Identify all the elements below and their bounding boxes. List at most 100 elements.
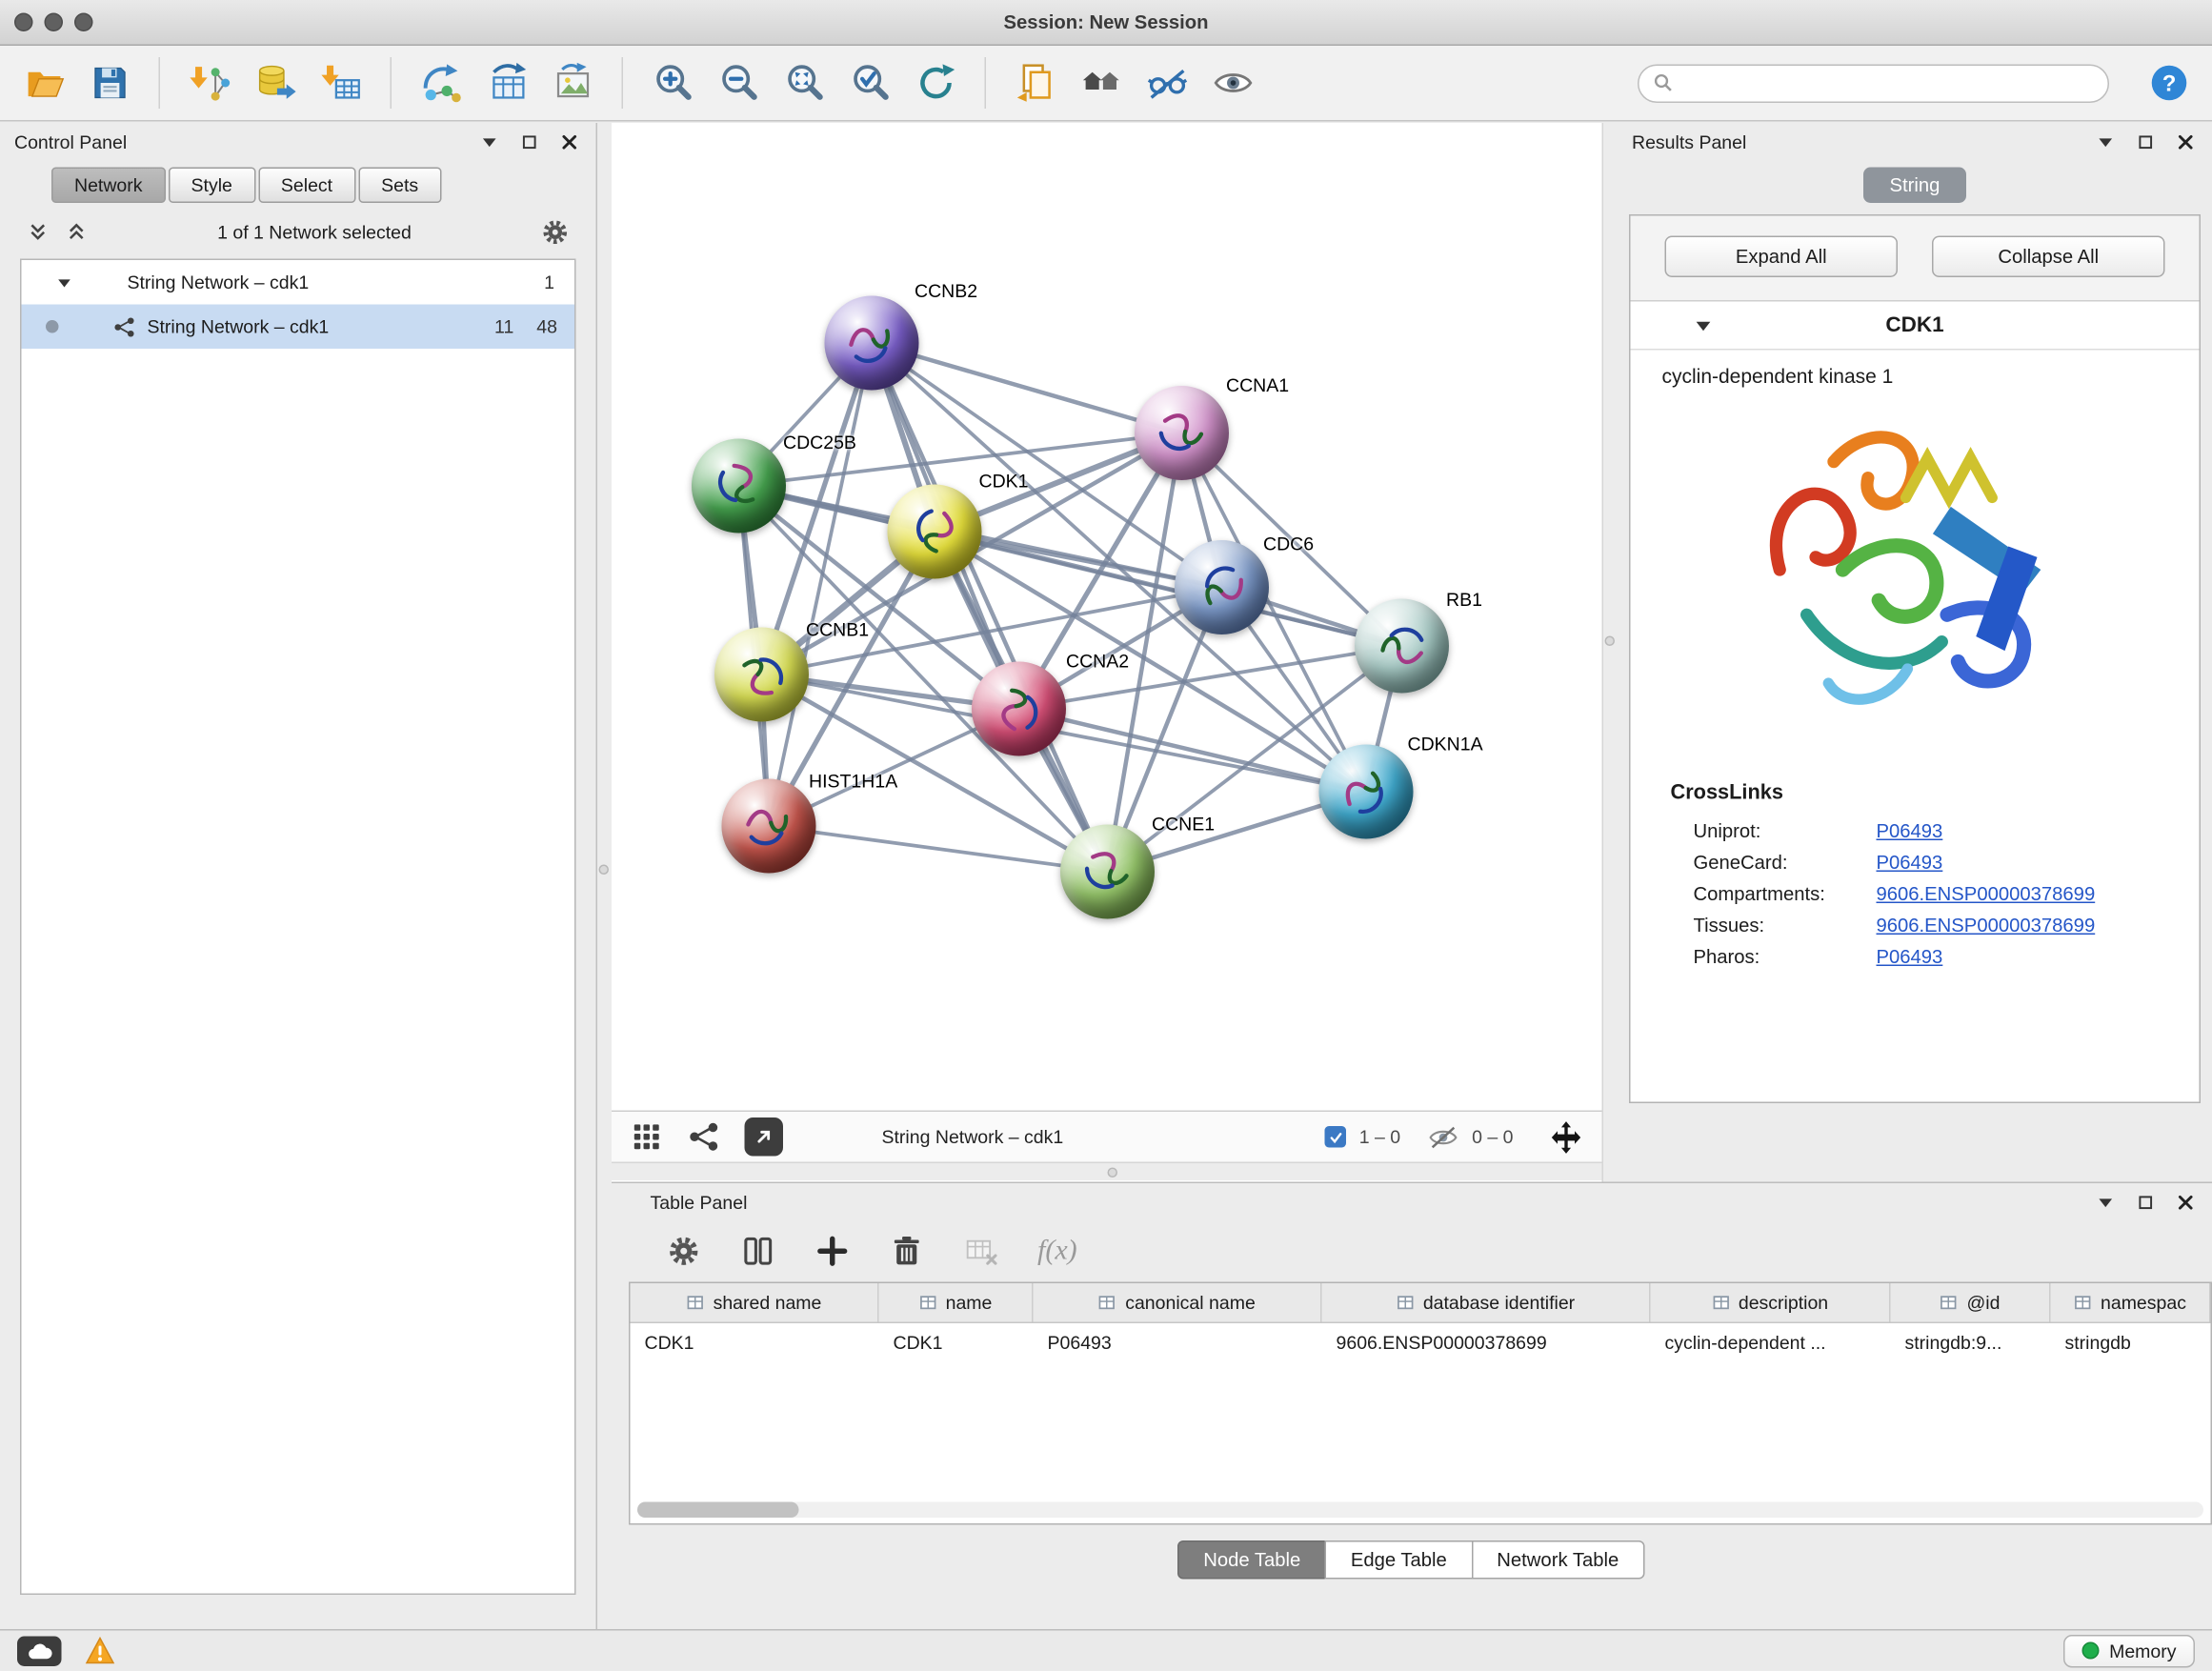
network-node-CCNA1[interactable]: [1135, 386, 1229, 480]
uniprot-link[interactable]: P06493: [1877, 820, 1943, 842]
annotation-button[interactable]: [1012, 59, 1059, 107]
detach-view-button[interactable]: [745, 1117, 784, 1157]
selected-checkbox-icon[interactable]: [1325, 1126, 1347, 1148]
network-row[interactable]: String Network – cdk1 11 48: [22, 305, 575, 350]
save-session-button[interactable]: [86, 59, 133, 107]
network-node-label: CCNA1: [1226, 374, 1289, 396]
zoom-fit-button[interactable]: [780, 59, 828, 107]
panel-close-icon[interactable]: [2172, 129, 2198, 154]
minimize-window-button[interactable]: [45, 13, 64, 32]
network-node-CDK1[interactable]: [888, 485, 982, 579]
zoom-out-button[interactable]: [714, 59, 762, 107]
tab-network-table[interactable]: Network Table: [1471, 1540, 1644, 1580]
new-network-from-selection-button[interactable]: [417, 59, 465, 107]
panel-float-icon[interactable]: [2132, 1189, 2158, 1215]
column-header-shared-name[interactable]: shared name: [631, 1283, 879, 1322]
left-splitter[interactable]: [597, 123, 612, 1629]
zoom-selected-button[interactable]: [846, 59, 894, 107]
network-node-CDC6[interactable]: [1175, 540, 1269, 634]
import-network-from-database-button[interactable]: [251, 59, 299, 107]
help-button[interactable]: [2145, 59, 2193, 107]
tab-network[interactable]: Network: [51, 168, 166, 204]
refresh-layout-button[interactable]: [912, 59, 959, 107]
collapse-all-icon[interactable]: [26, 219, 50, 244]
network-node-CDKN1A[interactable]: [1319, 745, 1414, 839]
tab-edge-table[interactable]: Edge Table: [1325, 1540, 1473, 1580]
network-share-icon[interactable]: [688, 1120, 721, 1154]
collection-expand-icon[interactable]: [56, 273, 73, 291]
expand-all-icon[interactable]: [65, 219, 90, 244]
table-row[interactable]: CDK1 CDK1 P06493 9606.ENSP00000378699 cy…: [631, 1323, 2211, 1362]
network-node-CDC25B[interactable]: [692, 439, 786, 534]
collapse-all-button[interactable]: Collapse All: [1932, 236, 2165, 278]
cloud-button[interactable]: [17, 1636, 62, 1666]
tab-style[interactable]: Style: [169, 168, 255, 204]
genecard-link[interactable]: P06493: [1877, 852, 1943, 874]
add-column-icon[interactable]: [814, 1234, 851, 1270]
right-splitter[interactable]: [1603, 123, 1618, 1182]
zoom-in-button[interactable]: [649, 59, 696, 107]
splitter-handle[interactable]: [599, 865, 610, 876]
splitter-handle[interactable]: [1605, 636, 1616, 647]
network-node-CCNE1[interactable]: [1060, 825, 1155, 919]
panel-menu-icon[interactable]: [476, 129, 502, 154]
export-table-button[interactable]: [483, 59, 531, 107]
group-nodes-button[interactable]: [1077, 59, 1125, 107]
pharos-link[interactable]: P06493: [1877, 946, 1943, 968]
column-header-description[interactable]: description: [1651, 1283, 1891, 1322]
export-network-image-button[interactable]: [549, 59, 596, 107]
tab-select[interactable]: Select: [258, 168, 355, 204]
zoom-window-button[interactable]: [74, 13, 93, 32]
import-table-from-file-button[interactable]: [317, 59, 365, 107]
close-window-button[interactable]: [14, 13, 33, 32]
panel-close-icon[interactable]: [556, 129, 582, 154]
column-header-namespace[interactable]: namespac: [2051, 1283, 2211, 1322]
search-input[interactable]: [1682, 72, 2094, 94]
panel-close-icon[interactable]: [2172, 1189, 2198, 1215]
network-node-CCNA2[interactable]: [972, 662, 1066, 756]
column-header-id[interactable]: @id: [1891, 1283, 2051, 1322]
tab-sets[interactable]: Sets: [358, 168, 441, 204]
show-glyphs-button[interactable]: [1143, 59, 1191, 107]
memory-button[interactable]: Memory: [2063, 1635, 2195, 1668]
cloud-icon: [26, 1641, 53, 1661]
panel-menu-icon[interactable]: [2092, 1189, 2118, 1215]
collapse-section-icon[interactable]: [1694, 315, 1714, 335]
network-node-RB1[interactable]: [1355, 599, 1449, 694]
warning-icon[interactable]: [85, 1637, 116, 1665]
hidden-eye-slash-icon[interactable]: [1428, 1121, 1459, 1153]
column-header-canonical-name[interactable]: canonical name: [1034, 1283, 1322, 1322]
network-options-gear-icon[interactable]: [540, 216, 571, 247]
compartments-link[interactable]: 9606.ENSP00000378699: [1877, 883, 2096, 905]
memory-label: Memory: [2109, 1641, 2176, 1662]
tab-node-table[interactable]: Node Table: [1177, 1540, 1326, 1580]
column-type-icon: [1098, 1294, 1117, 1313]
gene-section-header[interactable]: CDK1: [1631, 302, 2200, 351]
network-collection-row[interactable]: String Network – cdk1 1: [22, 260, 575, 305]
table-options-gear-icon[interactable]: [666, 1234, 702, 1270]
horizontal-splitter[interactable]: [612, 1162, 1602, 1181]
function-builder-icon[interactable]: f(x): [1037, 1235, 1077, 1268]
network-node-HIST1H1A[interactable]: [722, 779, 816, 874]
column-header-database-identifier[interactable]: database identifier: [1322, 1283, 1651, 1322]
delete-column-icon[interactable]: [889, 1234, 925, 1270]
network-node-CCNB2[interactable]: [825, 296, 919, 391]
show-hide-button[interactable]: [1209, 59, 1257, 107]
expand-all-button[interactable]: Expand All: [1665, 236, 1899, 278]
column-header-name[interactable]: name: [879, 1283, 1034, 1322]
tab-string[interactable]: String: [1864, 168, 1966, 204]
pan-move-icon[interactable]: [1549, 1119, 1583, 1154]
open-session-button[interactable]: [20, 59, 68, 107]
import-network-from-file-button[interactable]: [186, 59, 233, 107]
panel-float-icon[interactable]: [2132, 129, 2158, 154]
splitter-handle[interactable]: [1107, 1168, 1117, 1178]
tissues-link[interactable]: 9606.ENSP00000378699: [1877, 915, 2096, 936]
network-node-CCNB1[interactable]: [714, 628, 809, 722]
show-columns-icon[interactable]: [740, 1234, 776, 1270]
scrollbar-thumb[interactable]: [637, 1502, 799, 1519]
network-canvas[interactable]: CCNB2CCNA1CDC25BCDK1CDC6RB1CCNB1CCNA2CDK…: [612, 123, 1602, 1111]
horizontal-scrollbar[interactable]: [637, 1502, 2203, 1519]
birds-eye-view-icon[interactable]: [631, 1120, 664, 1154]
panel-float-icon[interactable]: [516, 129, 542, 154]
panel-menu-icon[interactable]: [2092, 129, 2118, 154]
